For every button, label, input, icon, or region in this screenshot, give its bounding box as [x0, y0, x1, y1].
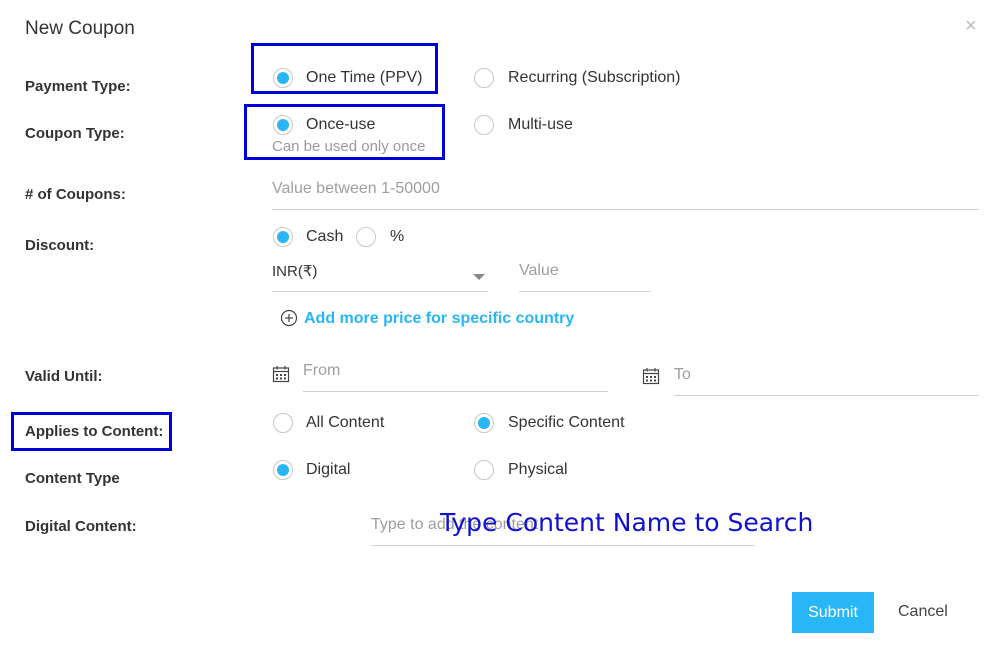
applies-to-label: Applies to Content:: [25, 423, 164, 440]
radio-multi-use[interactable]: [474, 115, 494, 135]
coupon-type-label: Coupon Type:: [25, 125, 125, 142]
valid-to-placeholder: To: [674, 366, 691, 383]
radio-specific-content[interactable]: [474, 413, 494, 433]
radio-physical[interactable]: [474, 460, 494, 480]
payment-type-label: Payment Type:: [25, 78, 131, 95]
discount-value-input[interactable]: Value: [519, 262, 650, 292]
valid-until-label: Valid Until:: [25, 368, 103, 385]
radio-cash-label[interactable]: Cash: [306, 228, 343, 246]
radio-percent-label[interactable]: %: [390, 228, 404, 246]
num-coupons-label: # of Coupons:: [25, 186, 126, 203]
radio-one-time[interactable]: [273, 68, 293, 88]
annotation-text: Type Content Name to Search: [440, 508, 814, 537]
cancel-button[interactable]: Cancel: [898, 603, 948, 621]
num-coupons-input[interactable]: Value between 1-50000: [272, 180, 979, 210]
calendar-icon[interactable]: [642, 367, 660, 390]
valid-to-input[interactable]: To: [674, 366, 979, 396]
radio-cash[interactable]: [273, 227, 293, 247]
radio-digital-label[interactable]: Digital: [306, 461, 350, 479]
plus-circle-icon[interactable]: [280, 309, 298, 332]
num-coupons-placeholder: Value between 1-50000: [272, 180, 440, 197]
currency-value: INR(₹): [272, 263, 318, 280]
once-use-hint: Can be used only once: [272, 138, 426, 155]
radio-recurring[interactable]: [474, 68, 494, 88]
add-more-price-link[interactable]: Add more price for specific country: [304, 310, 574, 328]
radio-all-content-label[interactable]: All Content: [306, 414, 384, 432]
radio-percent[interactable]: [356, 227, 376, 247]
radio-once-use-label[interactable]: Once-use: [306, 116, 375, 134]
radio-multi-use-label[interactable]: Multi-use: [508, 116, 573, 134]
close-icon[interactable]: ×: [965, 16, 977, 36]
radio-recurring-label[interactable]: Recurring (Subscription): [508, 69, 681, 87]
radio-one-time-label[interactable]: One Time (PPV): [306, 69, 422, 87]
radio-specific-content-label[interactable]: Specific Content: [508, 414, 625, 432]
calendar-icon[interactable]: [272, 365, 290, 388]
discount-value-placeholder: Value: [519, 262, 559, 279]
digital-content-label: Digital Content:: [25, 518, 137, 535]
submit-button[interactable]: Submit: [792, 592, 874, 633]
valid-from-placeholder: From: [303, 362, 341, 379]
radio-digital[interactable]: [273, 460, 293, 480]
radio-once-use[interactable]: [273, 115, 293, 135]
dialog-title: New Coupon: [25, 18, 135, 39]
chevron-down-icon: [473, 274, 485, 280]
radio-physical-label[interactable]: Physical: [508, 461, 568, 479]
discount-label: Discount:: [25, 237, 95, 254]
radio-all-content[interactable]: [273, 413, 293, 433]
content-type-label: Content Type: [25, 470, 120, 487]
valid-from-input[interactable]: From: [303, 362, 608, 392]
currency-select[interactable]: INR(₹): [272, 262, 488, 292]
